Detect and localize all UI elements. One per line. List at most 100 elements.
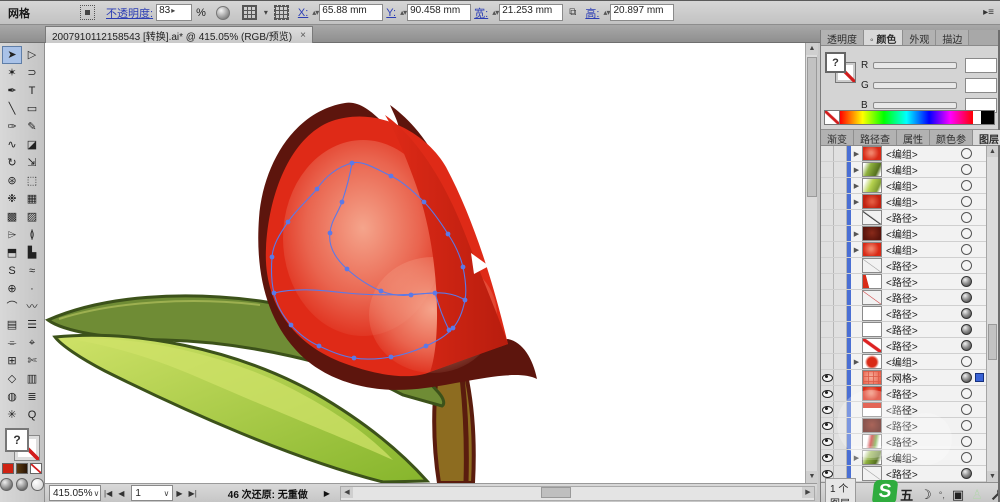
scroll-up-icon[interactable]: ▲: [987, 146, 998, 157]
layer-thumbnail[interactable]: [862, 370, 882, 385]
target-circle[interactable]: [961, 148, 972, 159]
spectrum-black[interactable]: [981, 111, 994, 124]
layer-thumbnail[interactable]: [862, 290, 882, 305]
tool-button[interactable]: ▥: [22, 370, 42, 388]
lock-toggle[interactable]: [834, 178, 847, 193]
layer-label[interactable]: <编组>: [886, 226, 961, 241]
target-circle[interactable]: [961, 452, 972, 463]
layer-row[interactable]: ▶ <路径>: [821, 210, 986, 226]
new-layer-icon[interactable]: ▣: [952, 487, 964, 502]
tool-button[interactable]: ✳: [2, 406, 22, 424]
tool-button[interactable]: ◪: [22, 136, 42, 154]
target-circle[interactable]: [961, 356, 972, 367]
target-circle[interactable]: [961, 164, 972, 175]
tool-button[interactable]: ≈: [22, 262, 42, 280]
channel-slider[interactable]: [873, 61, 957, 69]
tool-button[interactable]: ⬒: [2, 244, 22, 262]
vscroll-thumb[interactable]: [807, 57, 817, 197]
layer-label[interactable]: <编组>: [886, 242, 961, 257]
visibility-toggle[interactable]: [821, 290, 834, 305]
page-number-select[interactable]: 1 ∨: [131, 485, 174, 501]
panel-tab[interactable]: ◦ 颜色: [864, 30, 904, 46]
panel-tab[interactable]: 外观: [903, 30, 937, 46]
canvas-vscrollbar[interactable]: ▲ ▼: [805, 43, 818, 483]
target-circle[interactable]: [961, 244, 972, 255]
y-link[interactable]: Y:: [386, 7, 396, 19]
wrench-icon[interactable]: [991, 488, 998, 501]
layer-thumbnail[interactable]: [862, 354, 882, 369]
layer-label[interactable]: <路径>: [886, 386, 961, 401]
layer-label[interactable]: <路径>: [886, 290, 961, 305]
layer-label[interactable]: <路径>: [886, 466, 961, 481]
layer-label[interactable]: <路径>: [886, 258, 961, 273]
tool-button[interactable]: ✄: [22, 352, 42, 370]
x-link[interactable]: X:: [298, 7, 308, 19]
none-button[interactable]: [30, 463, 42, 474]
visibility-toggle[interactable]: [821, 322, 834, 337]
layer-thumbnail[interactable]: [862, 146, 882, 161]
tool-button[interactable]: ⌯: [2, 334, 22, 352]
layer-thumbnail[interactable]: [862, 306, 882, 321]
tool-button[interactable]: ⊞: [2, 352, 22, 370]
tool-button[interactable]: ⌲: [2, 226, 22, 244]
visibility-toggle[interactable]: [821, 402, 834, 417]
layers-scrollbar[interactable]: ▲ ▼: [986, 146, 998, 482]
lock-toggle[interactable]: [834, 306, 847, 321]
layer-row[interactable]: ▶ <路径>: [821, 290, 986, 306]
layer-thumbnail[interactable]: [862, 338, 882, 353]
mascot-icon[interactable]: ♙: [971, 487, 983, 502]
layer-label[interactable]: <网格>: [886, 370, 961, 385]
layer-label[interactable]: <路径>: [886, 274, 961, 289]
width-stepper[interactable]: ▴▾: [492, 8, 499, 17]
target-circle[interactable]: [961, 372, 972, 383]
layer-row[interactable]: ▶ <路径>: [821, 418, 986, 434]
screen-mode-normal[interactable]: [0, 478, 13, 491]
align-icon[interactable]: [273, 5, 289, 20]
layer-thumbnail[interactable]: [862, 450, 882, 465]
scroll-up-icon[interactable]: ▲: [806, 43, 818, 55]
visibility-toggle[interactable]: [821, 162, 834, 177]
tool-button[interactable]: ▩: [2, 208, 22, 226]
expand-triangle[interactable]: ▶: [851, 150, 862, 158]
target-circle[interactable]: [961, 404, 972, 415]
visibility-toggle[interactable]: [821, 370, 834, 385]
layer-row[interactable]: ▶ <编组>: [821, 178, 986, 194]
panel-fill-stroke-indicator[interactable]: ?: [825, 52, 856, 83]
panel-tab[interactable]: 描边: [936, 30, 970, 46]
layer-row[interactable]: ▶ <编组>: [821, 242, 986, 258]
lock-toggle[interactable]: [834, 434, 847, 449]
y-input[interactable]: 90.458 mm: [407, 4, 472, 21]
tool-button[interactable]: ⌖: [22, 334, 42, 352]
layer-label[interactable]: <路径>: [886, 306, 961, 321]
screen-mode-full[interactable]: [31, 478, 45, 491]
color-spectrum-bar[interactable]: [824, 110, 995, 125]
channel-slider[interactable]: [873, 81, 957, 89]
tool-button[interactable]: ▭: [22, 100, 42, 118]
layer-row[interactable]: ▶ <编组>: [821, 146, 986, 162]
last-page-button[interactable]: ▶|: [189, 489, 197, 498]
visibility-toggle[interactable]: [821, 354, 834, 369]
layer-label[interactable]: <编组>: [886, 162, 961, 177]
tool-button[interactable]: ⌒: [2, 298, 22, 316]
layer-label[interactable]: <编组>: [886, 194, 961, 209]
layer-thumbnail[interactable]: [862, 210, 882, 225]
layer-row[interactable]: ▶ <路径>: [821, 322, 986, 338]
tool-button[interactable]: ❉: [2, 190, 22, 208]
expand-triangle[interactable]: ▶: [851, 246, 862, 254]
tool-button[interactable]: ✑: [2, 118, 22, 136]
visibility-toggle[interactable]: [821, 194, 834, 209]
tool-button[interactable]: T: [22, 82, 42, 100]
opacity-link[interactable]: 不透明度:: [106, 5, 153, 21]
tool-button[interactable]: ▙: [22, 244, 42, 262]
channel-slider[interactable]: [873, 101, 957, 109]
width-link[interactable]: 宽:: [474, 5, 488, 21]
expand-triangle[interactable]: ▶: [851, 182, 862, 190]
height-link[interactable]: 高:: [585, 5, 599, 21]
style-icon[interactable]: [215, 5, 230, 20]
target-circle[interactable]: [961, 228, 972, 239]
layers-scroll-thumb[interactable]: [988, 324, 997, 360]
tool-button[interactable]: ▨: [22, 208, 42, 226]
tool-button[interactable]: ⬚: [22, 172, 42, 190]
tool-button[interactable]: ≬: [22, 226, 42, 244]
target-circle[interactable]: [961, 212, 972, 223]
